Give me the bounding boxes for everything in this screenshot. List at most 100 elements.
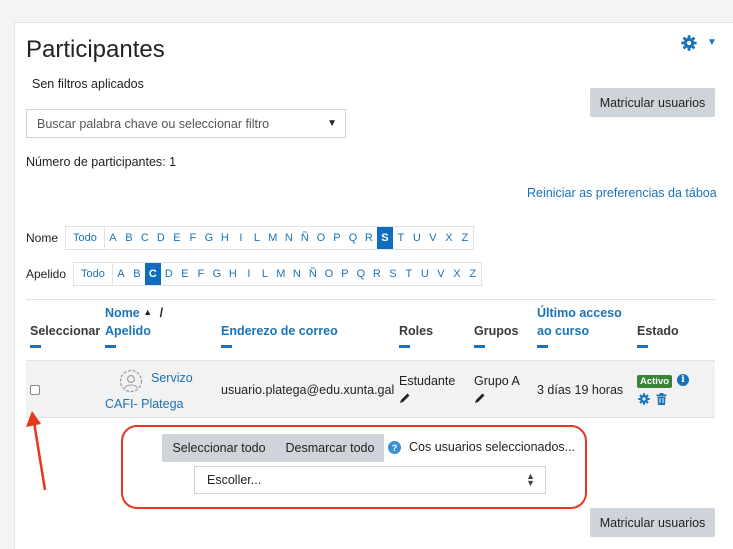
row-select-checkbox[interactable]: [30, 385, 40, 395]
column-collapse-icon[interactable]: [637, 345, 648, 348]
status-header: Estado: [637, 324, 679, 338]
first-name-initial-letter[interactable]: T: [393, 227, 409, 249]
last-name-initial-letter[interactable]: M: [273, 263, 289, 285]
user-last-access: 3 días 19 horas: [537, 383, 624, 397]
last-name-initial-letter[interactable]: L: [257, 263, 273, 285]
first-name-initial-letter[interactable]: M: [265, 227, 281, 249]
caret-down-icon: ▼: [327, 118, 337, 129]
first-name-initial-letter[interactable]: V: [425, 227, 441, 249]
first-name-initials-bar: Nome Todo A B C D E F G H I L M N Ñ O P Q R S T U V X Z: [26, 226, 474, 250]
table-bottom-border: [26, 417, 715, 418]
last-name-initial-letter[interactable]: Q: [353, 263, 369, 285]
column-collapse-icon[interactable]: [221, 345, 232, 348]
last-name-initial-letter[interactable]: B: [129, 263, 145, 285]
chevron-down-icon[interactable]: ▼: [707, 37, 717, 48]
last-name-initial-letter[interactable]: C: [144, 263, 161, 285]
first-name-initials-label: Nome: [26, 231, 59, 245]
page-title: Participantes: [26, 36, 165, 63]
last-name-initial-letter[interactable]: X: [449, 263, 465, 285]
first-name-initial-letter[interactable]: S: [376, 227, 393, 249]
user-group: Grupo A: [474, 374, 520, 388]
info-icon[interactable]: i: [677, 374, 689, 386]
table-top-border: [26, 299, 715, 300]
enrol-users-button[interactable]: Matricular usuarios: [590, 88, 715, 117]
user-email: usuario.platega@edu.xunta.gal: [221, 383, 395, 397]
last-name-initial-letter[interactable]: G: [209, 263, 225, 285]
first-name-initial-letter[interactable]: E: [169, 227, 185, 249]
first-name-initial-letter[interactable]: Z: [457, 227, 473, 249]
user-name-link-line2[interactable]: CAFI- Plategа: [105, 397, 184, 411]
email-sort-link[interactable]: Enderezo de correo: [221, 324, 338, 338]
first-name-initial-letter[interactable]: Ñ: [297, 227, 313, 249]
column-collapse-icon[interactable]: [399, 345, 410, 348]
last-name-initial-letter[interactable]: U: [417, 263, 433, 285]
first-name-initial-all[interactable]: Todo: [66, 227, 105, 249]
last-name-initial-letter[interactable]: N: [289, 263, 305, 285]
first-name-header: Nome: [105, 306, 140, 320]
participant-count: Número de participantes: 1: [26, 155, 177, 169]
default-avatar-icon: [119, 369, 143, 393]
last-name-initial-letter[interactable]: H: [225, 263, 241, 285]
trash-icon[interactable]: [656, 393, 667, 405]
first-name-initial-letter[interactable]: B: [121, 227, 137, 249]
header-separator: /: [159, 306, 164, 320]
first-name-initial-letter[interactable]: Q: [345, 227, 361, 249]
first-name-initial-letter[interactable]: L: [249, 227, 265, 249]
last-name-initial-letter[interactable]: Z: [465, 263, 481, 285]
first-name-initial-letter[interactable]: O: [313, 227, 329, 249]
first-name-initial-letter[interactable]: U: [409, 227, 425, 249]
first-name-initial-letter[interactable]: X: [441, 227, 457, 249]
column-collapse-icon[interactable]: [105, 345, 116, 348]
annotation-highlight-frame: [121, 425, 587, 509]
last-name-initial-letter[interactable]: Ñ: [305, 263, 321, 285]
first-name-sort-link[interactable]: Nome ▲ /: [105, 306, 163, 320]
groups-header: Grupos: [474, 324, 519, 338]
gear-icon[interactable]: [638, 393, 650, 405]
first-name-initial-letter[interactable]: H: [217, 227, 233, 249]
pencil-icon[interactable]: [474, 392, 486, 404]
last-name-initial-letter[interactable]: F: [193, 263, 209, 285]
last-name-initial-letter[interactable]: O: [321, 263, 337, 285]
select-column-header: Seleccionar: [30, 324, 101, 338]
column-collapse-icon[interactable]: [537, 345, 548, 348]
status-badge: Activo: [637, 375, 673, 388]
first-name-initial-letter[interactable]: F: [185, 227, 201, 249]
first-name-initial-letter[interactable]: A: [105, 227, 121, 249]
roles-header: Roles: [399, 324, 434, 338]
last-name-initial-letter[interactable]: R: [369, 263, 385, 285]
sort-asc-icon: ▲: [143, 307, 153, 317]
last-name-initial-letter[interactable]: S: [385, 263, 401, 285]
user-role: Estudante: [399, 374, 456, 388]
last-name-initials-bar: Apelido Todo A B C D E F G H I L M N Ñ O P Q R S T U V X Z: [26, 262, 482, 286]
last-name-initial-letter[interactable]: T: [401, 263, 417, 285]
first-name-initial-letter[interactable]: D: [153, 227, 169, 249]
last-name-initial-letter[interactable]: A: [113, 263, 129, 285]
first-name-initial-letter[interactable]: G: [201, 227, 217, 249]
last-access-sort-link[interactable]: Último acceso: [537, 306, 622, 320]
first-name-initial-letter[interactable]: C: [137, 227, 153, 249]
user-name-link[interactable]: Servizo: [151, 371, 193, 385]
last-name-initial-letter[interactable]: P: [337, 263, 353, 285]
last-name-initial-all[interactable]: Todo: [74, 263, 113, 285]
last-access-sort-link-line2[interactable]: ao curso: [537, 324, 589, 338]
filters-note: Sen filtros aplicados: [32, 77, 144, 91]
first-name-initial-letter[interactable]: R: [361, 227, 377, 249]
pencil-icon[interactable]: [399, 392, 411, 404]
last-name-initial-letter[interactable]: D: [161, 263, 177, 285]
last-name-initial-letter[interactable]: V: [433, 263, 449, 285]
last-name-initial-letter[interactable]: I: [241, 263, 257, 285]
column-collapse-icon[interactable]: [30, 345, 41, 348]
first-name-initial-letter[interactable]: P: [329, 227, 345, 249]
last-name-initial-letter[interactable]: E: [177, 263, 193, 285]
gear-icon[interactable]: [681, 35, 697, 51]
filter-select[interactable]: Buscar palabra chave ou seleccionar filt…: [26, 109, 346, 138]
enrol-users-button-bottom[interactable]: Matricular usuarios: [590, 508, 715, 537]
last-name-initials-label: Apelido: [26, 267, 67, 281]
first-name-initial-letter[interactable]: N: [281, 227, 297, 249]
last-name-sort-link[interactable]: Apelido: [105, 324, 151, 338]
filter-placeholder: Buscar palabra chave ou seleccionar filt…: [37, 117, 270, 131]
reset-table-preferences-link[interactable]: Reiniciar as preferencias da táboa: [527, 186, 717, 200]
first-name-initial-letter[interactable]: I: [233, 227, 249, 249]
column-collapse-icon[interactable]: [474, 345, 485, 348]
annotation-arrow: [26, 411, 47, 491]
